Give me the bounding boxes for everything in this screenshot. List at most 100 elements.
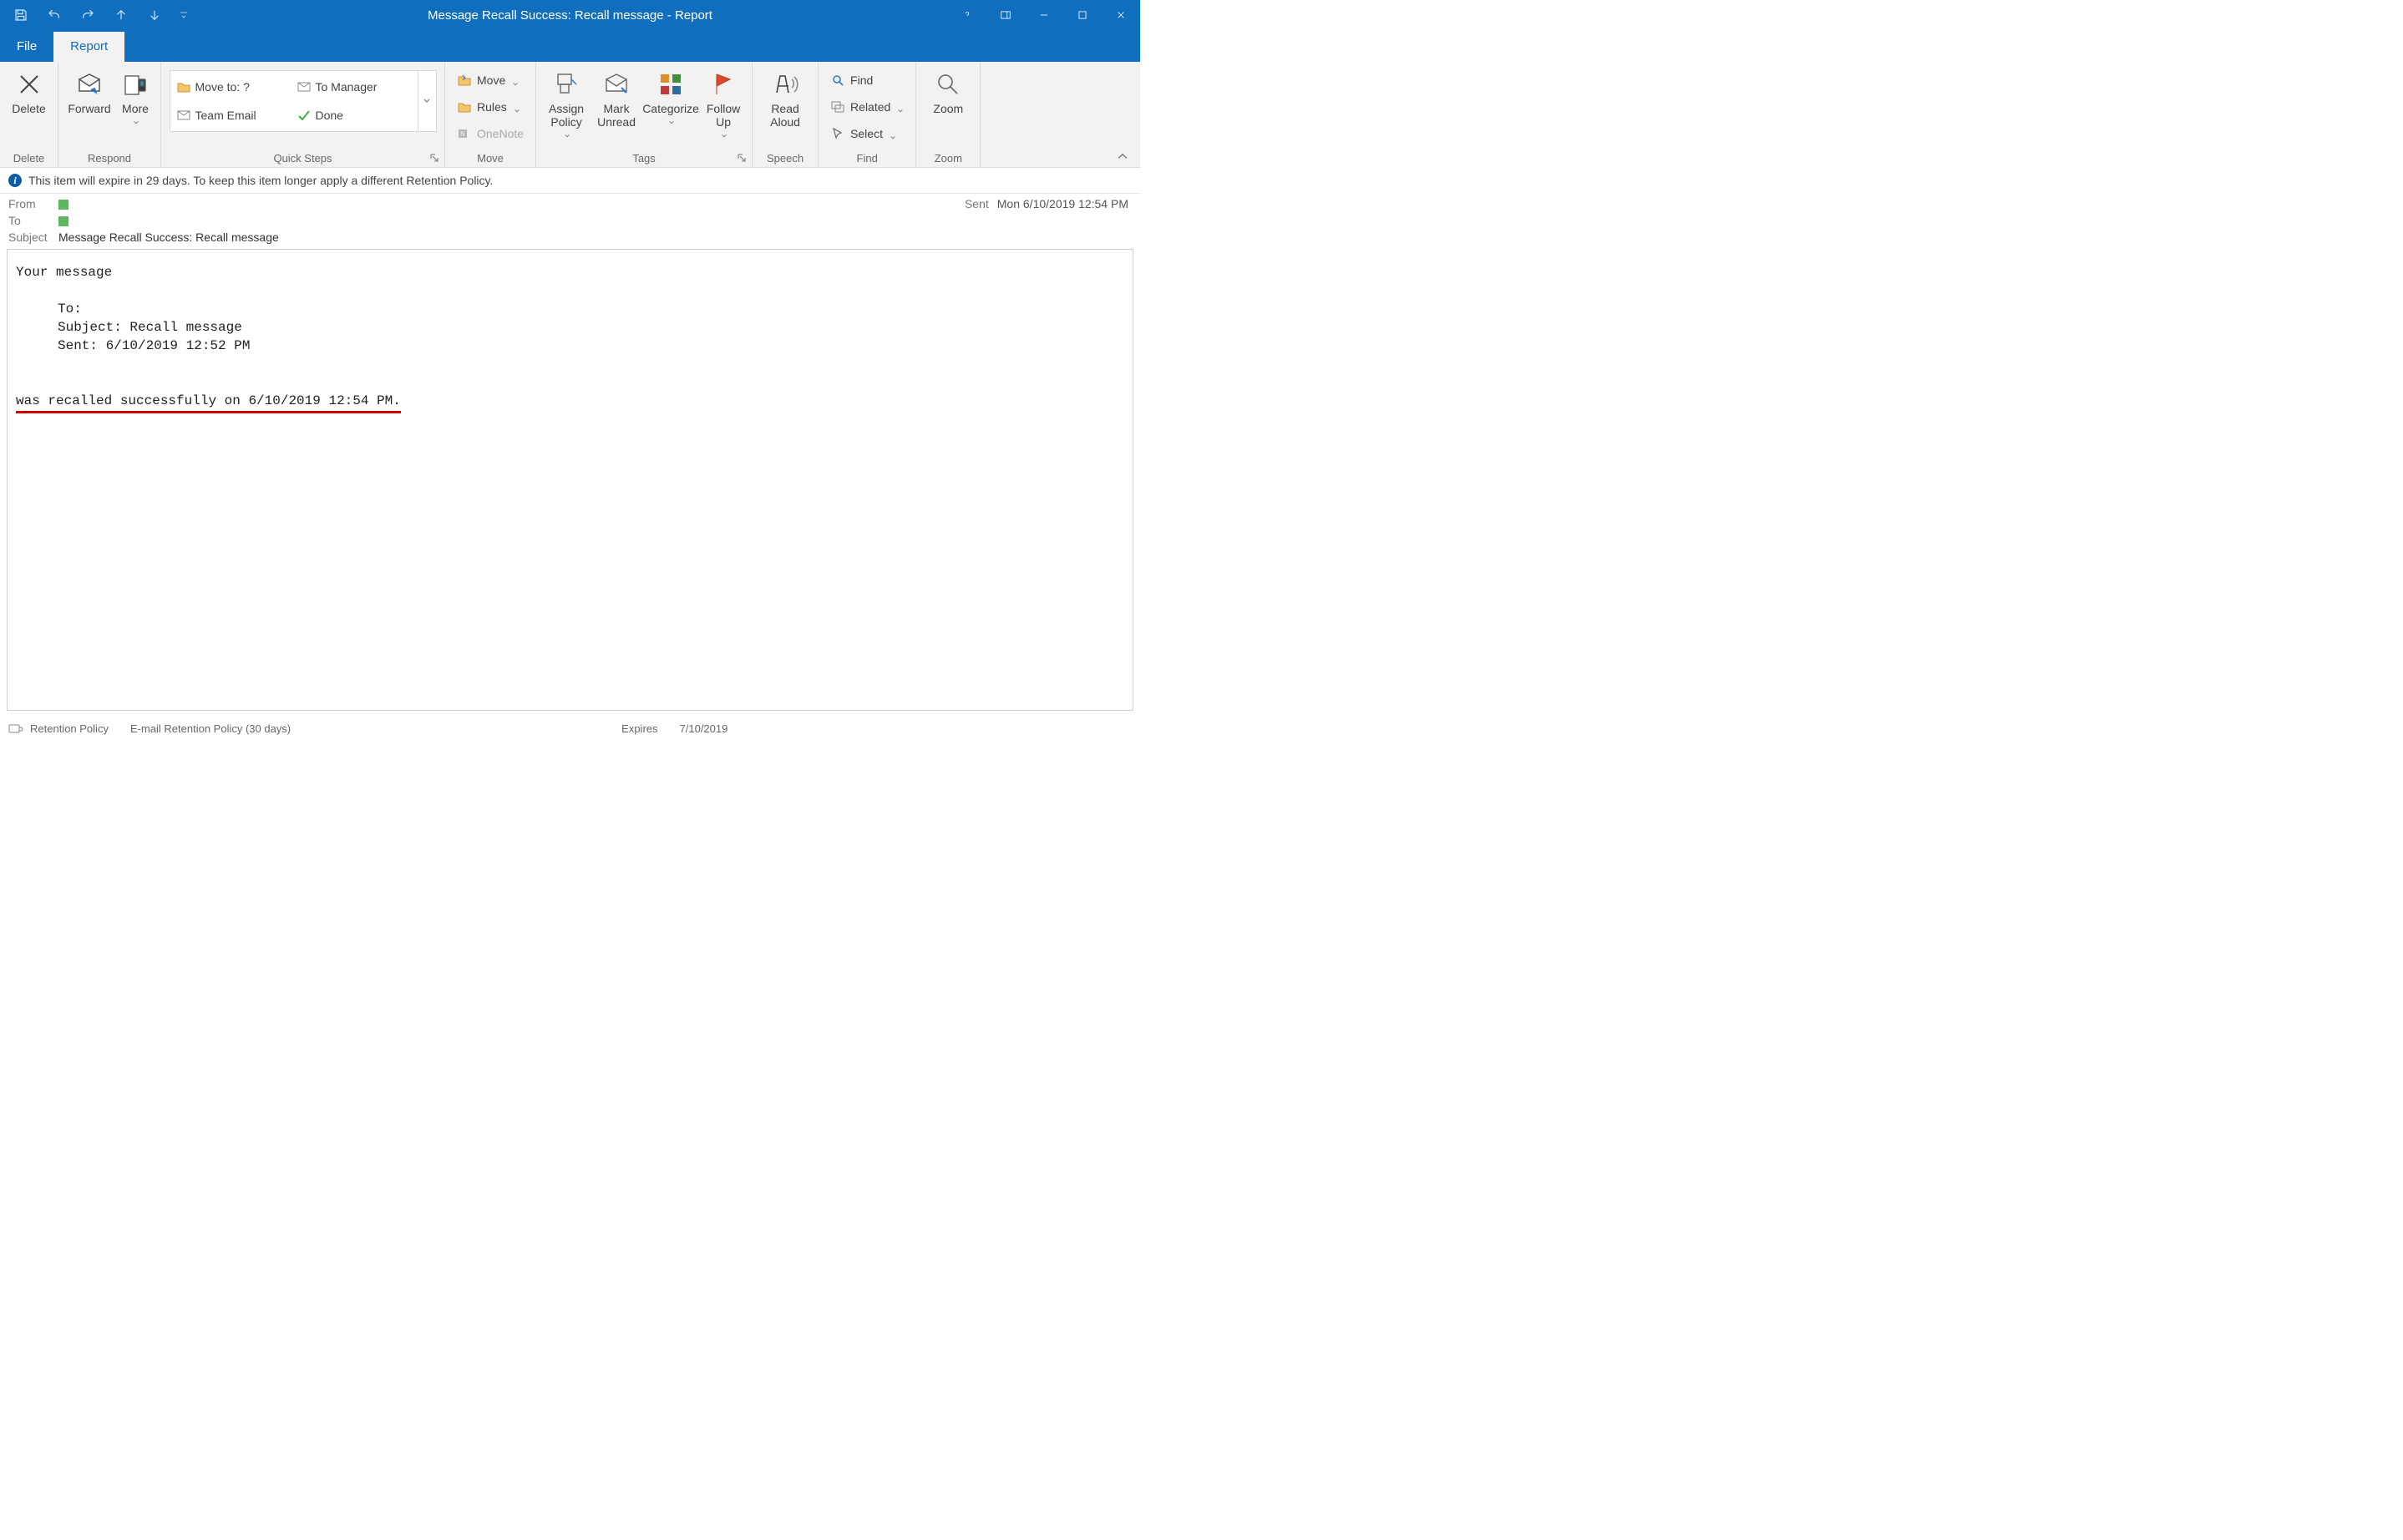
mark-unread-button[interactable]: Mark Unread xyxy=(591,65,641,129)
chevron-down-icon xyxy=(514,104,520,110)
close-icon[interactable] xyxy=(1102,0,1140,30)
help-icon[interactable] xyxy=(948,0,986,30)
quicksteps-expand[interactable] xyxy=(418,71,436,131)
retention-policy-label: Retention Policy xyxy=(30,722,109,735)
read-aloud-icon xyxy=(771,70,799,99)
status-bar: Retention Policy E-mail Retention Policy… xyxy=(0,717,1140,739)
group-zoom-label: Zoom xyxy=(921,149,975,167)
related-icon xyxy=(830,99,845,114)
chevron-down-icon xyxy=(564,129,570,135)
forward-icon xyxy=(75,70,104,99)
forward-button[interactable]: Forward xyxy=(63,65,115,115)
redo-icon[interactable] xyxy=(79,6,97,24)
flag-icon xyxy=(709,70,738,99)
cursor-icon xyxy=(830,126,845,141)
quickstep-tomanager[interactable]: To Manager xyxy=(294,73,414,101)
to-value xyxy=(58,214,965,227)
quickstep-moveto-label: Move to: ? xyxy=(195,80,250,94)
ribbon-display-icon[interactable] xyxy=(986,0,1025,30)
quickstep-teamemail-label: Team Email xyxy=(195,109,256,122)
group-respond: Forward More Respond xyxy=(58,62,161,167)
follow-up-button[interactable]: Follow Up xyxy=(700,65,747,135)
message-body-container: Your message To: Subject: Recall message… xyxy=(0,249,1140,717)
undo-icon[interactable] xyxy=(45,6,63,24)
svg-text:N: N xyxy=(460,130,465,138)
mark-unread-label: Mark Unread xyxy=(591,102,641,129)
quicksteps-gallery: Move to: ? To Manager Team Email Done xyxy=(170,70,437,132)
chevron-down-icon xyxy=(512,77,519,84)
categorize-icon xyxy=(657,70,685,99)
delete-button[interactable]: Delete xyxy=(5,65,53,115)
assign-policy-icon xyxy=(552,70,580,99)
onenote-button: N OneNote xyxy=(454,124,527,144)
minimize-icon[interactable] xyxy=(1025,0,1063,30)
chevron-down-icon xyxy=(721,129,727,135)
tab-file[interactable]: File xyxy=(0,32,53,62)
body-line-sent: Sent: 6/10/2019 12:52 PM xyxy=(16,337,1124,355)
chevron-down-icon xyxy=(890,130,896,137)
chevron-down-icon xyxy=(897,104,904,110)
save-icon[interactable] xyxy=(12,6,30,24)
assign-policy-button[interactable]: Assign Policy xyxy=(541,65,591,135)
group-move-label: Move xyxy=(450,149,530,167)
forward-label: Forward xyxy=(68,102,110,115)
rules-button[interactable]: Rules xyxy=(454,97,527,117)
quickstep-teamemail[interactable]: Team Email xyxy=(174,101,294,129)
move-button[interactable]: Move xyxy=(454,70,527,90)
move-label: Move xyxy=(477,73,505,87)
check-icon xyxy=(297,109,311,122)
read-aloud-button[interactable]: Read Aloud xyxy=(758,65,813,129)
read-aloud-label: Read Aloud xyxy=(758,102,813,129)
categorize-button[interactable]: Categorize xyxy=(641,65,700,122)
tags-dialog-launcher[interactable] xyxy=(737,152,748,164)
zoom-button[interactable]: Zoom xyxy=(921,65,975,115)
titlebar: Message Recall Success: Recall message -… xyxy=(0,0,1140,30)
body-line-to: To: xyxy=(16,300,1124,318)
quickstep-done[interactable]: Done xyxy=(294,101,414,129)
select-button[interactable]: Select xyxy=(827,124,907,144)
chevron-down-icon xyxy=(668,115,675,122)
group-quicksteps: Move to: ? To Manager Team Email Done xyxy=(161,62,445,167)
group-quicksteps-label: Quick Steps xyxy=(166,149,439,167)
related-button[interactable]: Related xyxy=(827,97,907,117)
more-icon xyxy=(121,70,150,99)
group-delete-label: Delete xyxy=(5,149,53,167)
quicksteps-dialog-launcher[interactable] xyxy=(429,152,441,164)
assign-policy-label: Assign Policy xyxy=(541,102,591,129)
group-speech: Read Aloud Speech xyxy=(753,62,819,167)
previous-item-icon[interactable] xyxy=(112,6,130,24)
next-item-icon[interactable] xyxy=(145,6,164,24)
group-tags-label: Tags xyxy=(541,149,747,167)
customize-qat-icon[interactable] xyxy=(179,6,189,24)
find-button[interactable]: Find xyxy=(827,70,907,90)
subject-label: Subject xyxy=(8,230,58,244)
maximize-icon[interactable] xyxy=(1063,0,1102,30)
presence-icon xyxy=(58,216,68,226)
zoom-icon xyxy=(934,70,962,99)
group-zoom: Zoom Zoom xyxy=(916,62,981,167)
quickstep-moveto[interactable]: Move to: ? xyxy=(174,73,294,101)
expires-label: Expires xyxy=(621,722,657,735)
sent-value: Mon 6/10/2019 12:54 PM xyxy=(997,197,1132,210)
delete-icon xyxy=(15,70,43,99)
collapse-ribbon-icon[interactable] xyxy=(1117,150,1128,162)
quickstep-tomanager-label: To Manager xyxy=(316,80,378,94)
body-line-subject: Subject: Recall message xyxy=(16,318,1124,337)
chevron-down-icon xyxy=(133,115,139,122)
collapse-ribbon xyxy=(981,62,1140,167)
subject-value: Message Recall Success: Recall message xyxy=(58,230,1132,244)
more-label: More xyxy=(122,102,149,115)
select-label: Select xyxy=(850,127,883,140)
retention-policy-value: E-mail Retention Policy (30 days) xyxy=(130,722,291,735)
more-button[interactable]: More xyxy=(115,65,155,122)
message-body[interactable]: Your message To: Subject: Recall message… xyxy=(7,249,1133,711)
zoom-label: Zoom xyxy=(933,102,963,115)
group-find: Find Related Select Find xyxy=(819,62,916,167)
rules-label: Rules xyxy=(477,100,507,114)
folder-move-icon xyxy=(177,80,190,94)
message-header: From Sent Mon 6/10/2019 12:54 PM To Subj… xyxy=(0,194,1140,249)
tab-report[interactable]: Report xyxy=(53,32,124,62)
retention-infobar[interactable]: i This item will expire in 29 days. To k… xyxy=(0,168,1140,194)
ribbon-tabs: File Report xyxy=(0,30,1140,62)
envelope-forward-icon xyxy=(297,80,311,94)
